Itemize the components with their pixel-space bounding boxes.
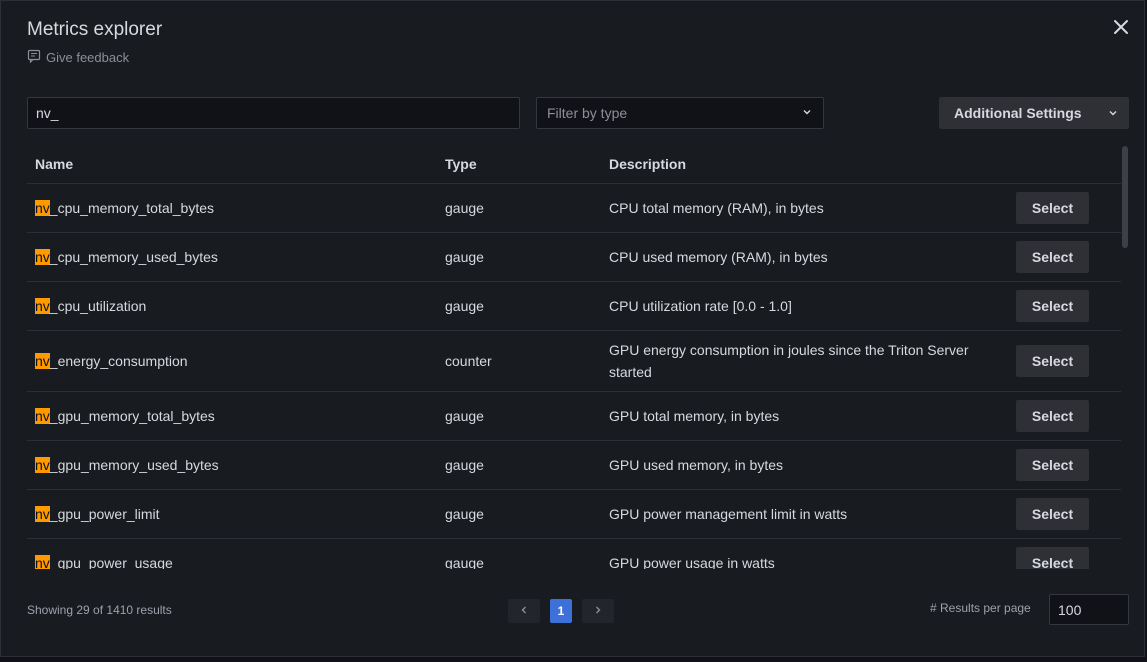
table-scrollbar[interactable] <box>1122 146 1128 248</box>
table-row: nv_energy_consumption counter GPU energy… <box>27 331 1121 392</box>
table-row: nv_gpu_power_usage gauge GPU power usage… <box>27 539 1121 569</box>
table-row: nv_cpu_memory_used_bytes gauge CPU used … <box>27 233 1121 282</box>
table-row: nv_gpu_power_limit gauge GPU power manag… <box>27 490 1121 539</box>
filter-placeholder: Filter by type <box>547 105 628 121</box>
select-button[interactable]: Select <box>1016 192 1089 224</box>
metric-name-rest: _cpu_utilization <box>49 298 147 314</box>
metric-name: nv_gpu_memory_used_bytes <box>35 457 219 473</box>
give-feedback-link[interactable]: Give feedback <box>27 49 129 65</box>
match-highlight: nv <box>35 408 50 424</box>
select-button[interactable]: Select <box>1016 290 1089 322</box>
metric-name: nv_cpu_utilization <box>35 298 146 314</box>
metric-search-input[interactable] <box>27 97 520 129</box>
additional-settings-button[interactable]: Additional Settings <box>939 97 1129 129</box>
metric-type: gauge <box>445 200 484 216</box>
select-button[interactable]: Select <box>1016 449 1089 481</box>
next-page-button[interactable] <box>582 599 614 623</box>
metric-name: nv_gpu_power_usage <box>35 555 173 569</box>
metrics-explorer-modal: Metrics explorer Give feedback Filter by… <box>0 0 1145 657</box>
table-row: nv_cpu_utilization gauge CPU utilization… <box>27 282 1121 331</box>
metric-type: gauge <box>445 555 484 569</box>
metric-name-rest: _cpu_memory_total_bytes <box>49 200 214 216</box>
chevron-left-icon <box>519 602 529 620</box>
select-button[interactable]: Select <box>1016 241 1089 273</box>
additional-settings-label: Additional Settings <box>954 105 1082 121</box>
select-button[interactable]: Select <box>1016 345 1089 377</box>
metric-description: GPU energy consumption in joules since t… <box>609 342 969 380</box>
chevron-down-icon <box>1107 106 1119 122</box>
table-row: nv_gpu_memory_used_bytes gauge GPU used … <box>27 441 1121 490</box>
comment-icon <box>27 49 41 66</box>
metric-description: GPU total memory, in bytes <box>609 408 780 424</box>
filter-by-type-select[interactable]: Filter by type <box>536 97 824 129</box>
metric-description: GPU power management limit in watts <box>609 506 848 522</box>
select-button[interactable]: Select <box>1016 400 1089 432</box>
metric-name: nv_cpu_memory_used_bytes <box>35 249 218 265</box>
match-highlight: nv <box>35 298 50 314</box>
results-per-page-label: # Results per page <box>930 601 1031 615</box>
close-icon[interactable] <box>1111 17 1131 37</box>
match-highlight: nv <box>35 200 50 216</box>
modal-title: Metrics explorer <box>27 19 163 40</box>
metric-name-rest: _energy_consumption <box>49 353 188 369</box>
give-feedback-label: Give feedback <box>46 49 130 65</box>
metric-description: GPU used memory, in bytes <box>609 457 784 473</box>
metric-description: CPU utilization rate [0.0 - 1.0] <box>609 298 792 314</box>
match-highlight: nv <box>35 353 50 369</box>
metric-description: GPU power usage in watts <box>609 555 775 569</box>
chevron-down-icon <box>801 105 813 121</box>
metric-name-rest: _cpu_memory_used_bytes <box>49 249 218 265</box>
metric-name: nv_cpu_memory_total_bytes <box>35 200 214 216</box>
match-highlight: nv <box>35 506 50 522</box>
metric-type: counter <box>445 353 492 369</box>
select-button[interactable]: Select <box>1016 547 1089 569</box>
column-header-description: Description <box>609 156 687 172</box>
column-header-type: Type <box>445 156 477 172</box>
page-1-button[interactable]: 1 <box>550 599 572 623</box>
match-highlight: nv <box>35 249 50 265</box>
metric-name: nv_energy_consumption <box>35 353 188 369</box>
match-highlight: nv <box>35 457 50 473</box>
metrics-table: Name Type Description nv_cpu_memory_tota… <box>27 144 1121 569</box>
metric-name-rest: _gpu_memory_total_bytes <box>49 408 215 424</box>
metric-name-rest: _gpu_power_limit <box>49 506 160 522</box>
metric-name: nv_gpu_power_limit <box>35 506 160 522</box>
metric-type: gauge <box>445 249 484 265</box>
chevron-right-icon <box>593 602 603 620</box>
table-row: nv_cpu_memory_total_bytes gauge CPU tota… <box>27 184 1121 233</box>
metric-name-rest: _gpu_memory_used_bytes <box>49 457 219 473</box>
metric-type: gauge <box>445 298 484 314</box>
results-per-page-input[interactable] <box>1049 594 1129 625</box>
match-highlight: nv <box>35 555 50 569</box>
metric-description: CPU used memory (RAM), in bytes <box>609 249 828 265</box>
metric-type: gauge <box>445 506 484 522</box>
metric-name: nv_gpu_memory_total_bytes <box>35 408 215 424</box>
table-row: nv_gpu_memory_total_bytes gauge GPU tota… <box>27 392 1121 441</box>
table-header: Name Type Description <box>27 144 1121 184</box>
results-count: Showing 29 of 1410 results <box>27 603 172 617</box>
previous-page-button[interactable] <box>508 599 540 623</box>
metric-type: gauge <box>445 408 484 424</box>
column-header-name: Name <box>35 156 74 172</box>
metric-name-rest: _gpu_power_usage <box>49 555 173 569</box>
metric-description: CPU total memory (RAM), in bytes <box>609 200 824 216</box>
select-button[interactable]: Select <box>1016 498 1089 530</box>
metric-type: gauge <box>445 457 484 473</box>
